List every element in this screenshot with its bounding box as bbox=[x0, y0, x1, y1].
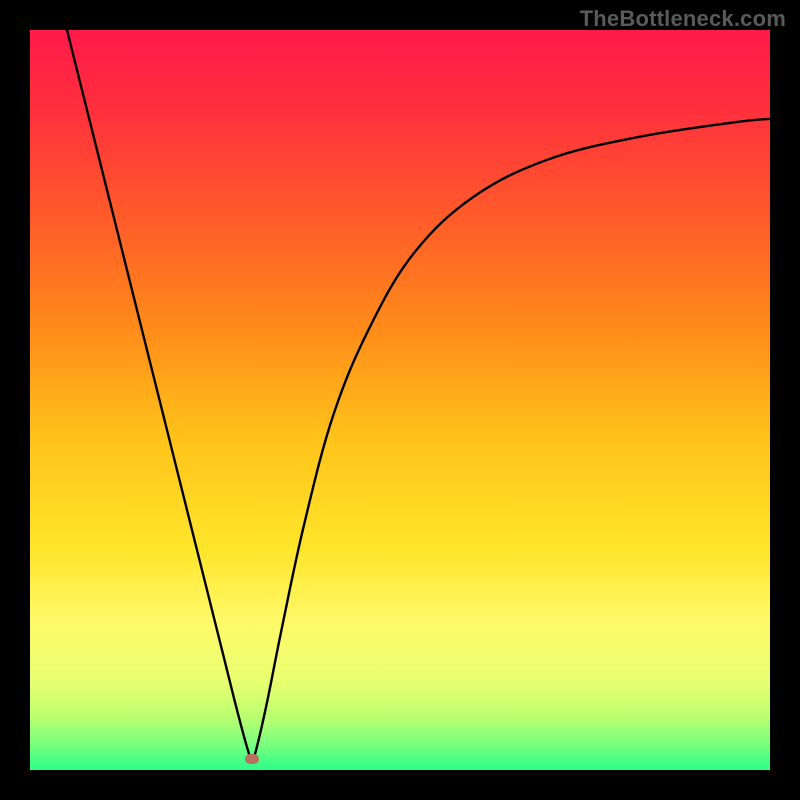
chart-frame: TheBottleneck.com bbox=[0, 0, 800, 800]
bottleneck-curve bbox=[30, 30, 770, 770]
plot-area bbox=[30, 30, 770, 770]
watermark-text: TheBottleneck.com bbox=[580, 6, 786, 32]
minimum-marker bbox=[245, 754, 259, 764]
